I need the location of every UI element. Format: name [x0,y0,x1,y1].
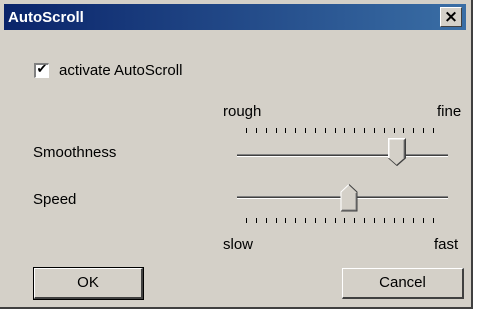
slider-tick [266,128,267,133]
slider-tick [295,218,296,223]
window-title: AutoScroll [8,9,84,26]
slider-tick [246,218,247,223]
slider-tick [325,128,326,133]
slider-tick [384,218,385,223]
slider-tick [325,218,326,223]
smoothness-slider-thumb[interactable] [388,138,407,166]
slider-tick [433,218,434,223]
slider-tick [423,218,424,223]
close-icon: × [443,7,459,27]
slider-tick [423,128,424,133]
slider-tick [403,128,404,133]
slider-tick [285,218,286,223]
slider-tick [335,218,336,223]
slider-tick [285,128,286,133]
slider-tick [276,128,277,133]
speed-min-label: slow [223,236,254,253]
smoothness-ticks [246,128,434,134]
slider-tick [374,218,375,223]
slider-tick [305,218,306,223]
slider-tick [384,128,385,133]
slider-tick [315,218,316,223]
slider-tick [364,128,365,133]
slider-tick [374,128,375,133]
cancel-button[interactable]: Cancel [342,268,464,299]
ok-button[interactable]: OK [33,267,144,300]
slider-tick [354,218,355,223]
activate-autoscroll-checkbox[interactable]: ✔ [34,62,49,78]
slider-tick [394,128,395,133]
slider-tick [364,218,365,223]
smoothness-max-label: fine [437,103,462,120]
title-bar[interactable]: AutoScroll × [4,4,466,30]
slider-tick [276,218,277,223]
close-button[interactable]: × [440,7,462,27]
slider-tick [413,218,414,223]
speed-max-label: fast [434,236,459,253]
smoothness-label: Smoothness [33,144,117,161]
autoscroll-dialog: AutoScroll × ✔ activate AutoScroll rough… [0,0,473,309]
slider-tick [394,218,395,223]
slider-tick [295,128,296,133]
slider-tick [354,128,355,133]
smoothness-min-label: rough [223,103,262,120]
slider-tick [305,128,306,133]
slider-tick [344,128,345,133]
smoothness-track[interactable] [237,154,448,157]
slider-tick [315,128,316,133]
activate-autoscroll-label[interactable]: activate AutoScroll [59,62,182,79]
slider-tick [246,128,247,133]
slider-tick [335,128,336,133]
slider-tick [403,218,404,223]
speed-slider-thumb[interactable] [340,184,358,212]
slider-tick [344,218,345,223]
slider-tick [266,218,267,223]
slider-tick [433,128,434,133]
slider-tick [256,128,257,133]
speed-label: Speed [33,191,77,208]
slider-tick [413,128,414,133]
slider-tick [256,218,257,223]
checkmark-icon: ✔ [36,62,48,77]
speed-ticks [246,218,434,224]
